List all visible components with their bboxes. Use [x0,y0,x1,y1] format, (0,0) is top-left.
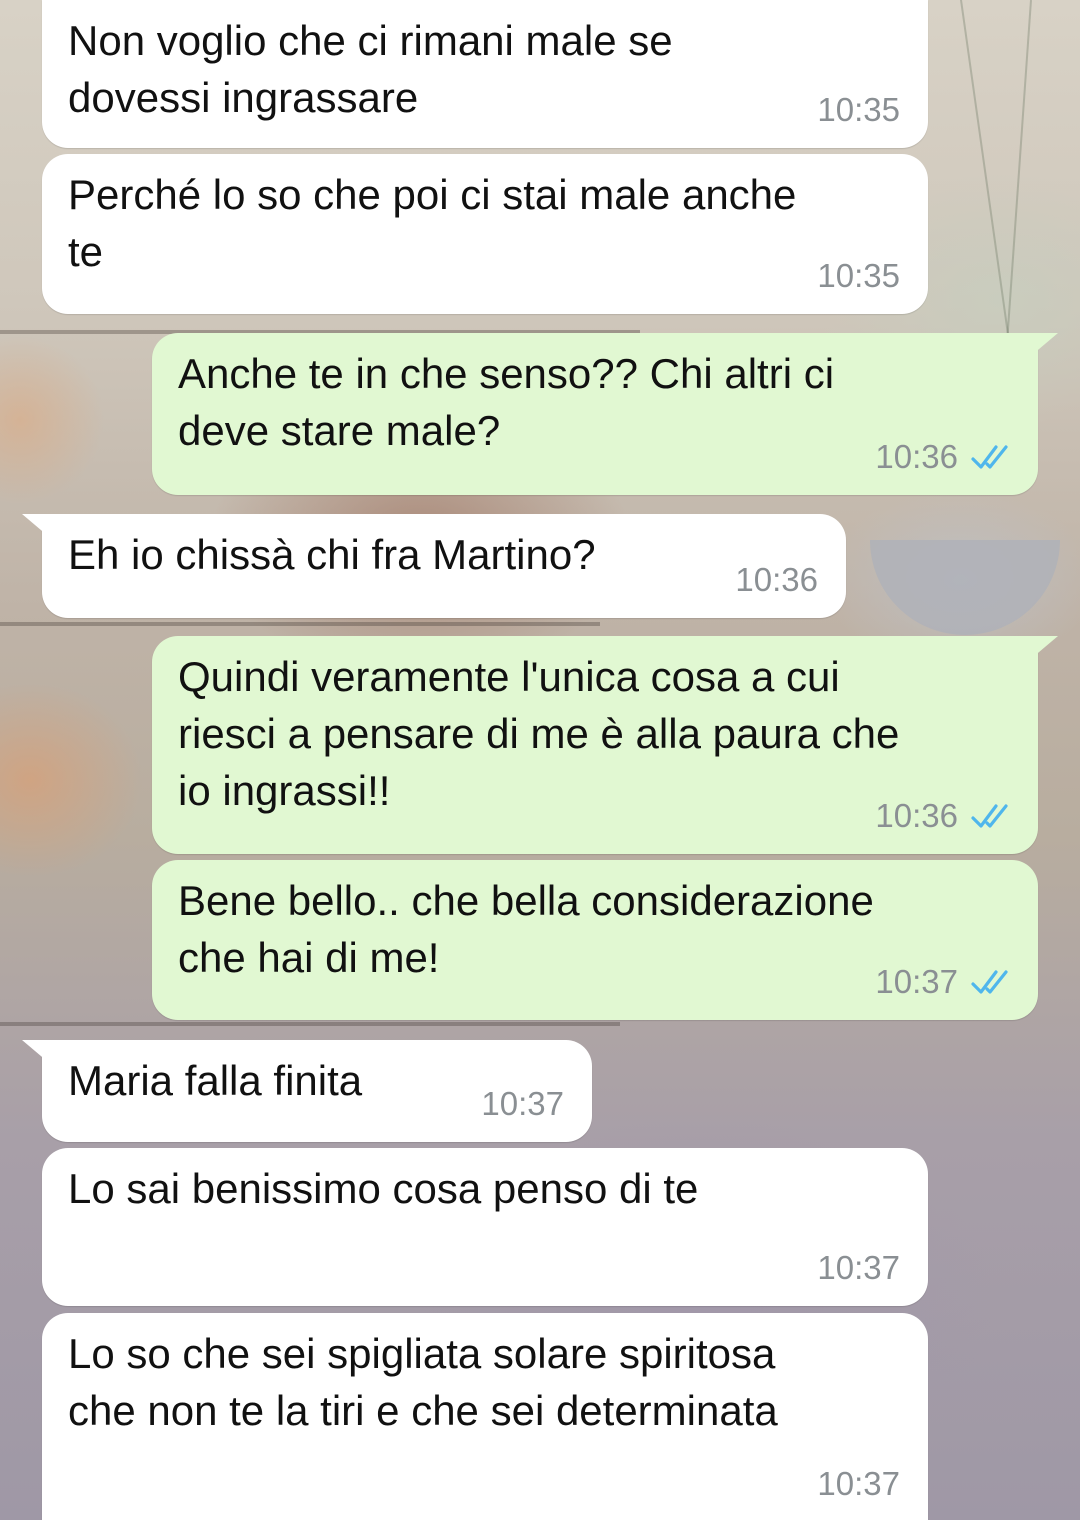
message-meta: 10:37 [875,953,1014,1010]
message-time: 10:37 [817,1465,900,1502]
message-meta: 10:37 [817,1455,900,1512]
double-check-icon [971,969,1008,994]
wallpaper-pot [870,540,1060,635]
message-bubble-incoming[interactable]: Perché lo so che poi ci stai male anche … [42,154,928,314]
message-meta: 10:37 [481,1075,564,1132]
wallpaper-shelf [0,622,600,626]
message-time: 10:36 [735,561,818,598]
message-time: 10:35 [817,91,900,128]
bubble-tail [1032,333,1058,355]
message-meta: 10:36 [875,787,1014,844]
message-text: Perché lo so che poi ci stai male anche … [68,171,797,275]
message-time: 10:36 [875,797,958,834]
double-check-icon [971,444,1008,469]
wallpaper-plant-stem [1003,0,1032,380]
message-time: 10:37 [875,963,958,1000]
message-bubble-incoming[interactable]: Lo sai benissimo cosa penso di te 10:37 [42,1148,928,1306]
message-text: Non voglio che ci rimani male se dovessi… [68,17,673,121]
message-bubble-outgoing[interactable]: Quindi veramente l'unica cosa a cui ries… [152,636,1058,854]
message-bubble-outgoing[interactable]: Anche te in che senso?? Chi altri ci dev… [152,333,1058,495]
message-meta: 10:35 [817,247,900,304]
bubble-tail [1032,636,1058,658]
message-text: Lo sai benissimo cosa penso di te [68,1165,699,1212]
message-time: 10:36 [875,438,958,475]
message-bubble-incoming[interactable]: Eh io chissà chi fra Martino? 10:36 [22,514,846,618]
message-bubble-incoming[interactable]: Non voglio che ci rimani male se dovessi… [42,0,928,148]
message-bubble-outgoing[interactable]: Bene bello.. che bella considerazione ch… [152,860,1038,1020]
message-bubble-incoming[interactable]: Maria falla finita 10:37 [22,1040,592,1142]
message-meta: 10:36 [875,428,1014,485]
bubble-tail [22,514,48,536]
message-text: Lo so che sei spigliata solare spiritosa… [68,1330,778,1434]
message-meta: 10:35 [817,81,900,138]
message-time: 10:37 [481,1085,564,1122]
bubble-tail [22,1040,48,1062]
wallpaper-plant-stem [960,0,1013,357]
message-meta: 10:36 [735,551,818,608]
message-meta: 10:37 [817,1239,900,1296]
message-time: 10:37 [817,1249,900,1286]
message-bubble-incoming[interactable]: Lo so che sei spigliata solare spiritosa… [42,1313,928,1520]
wallpaper-shelf [0,1022,620,1026]
message-time: 10:35 [817,257,900,294]
message-text: Eh io chissà chi fra Martino? [68,531,596,578]
double-check-icon [971,803,1008,828]
